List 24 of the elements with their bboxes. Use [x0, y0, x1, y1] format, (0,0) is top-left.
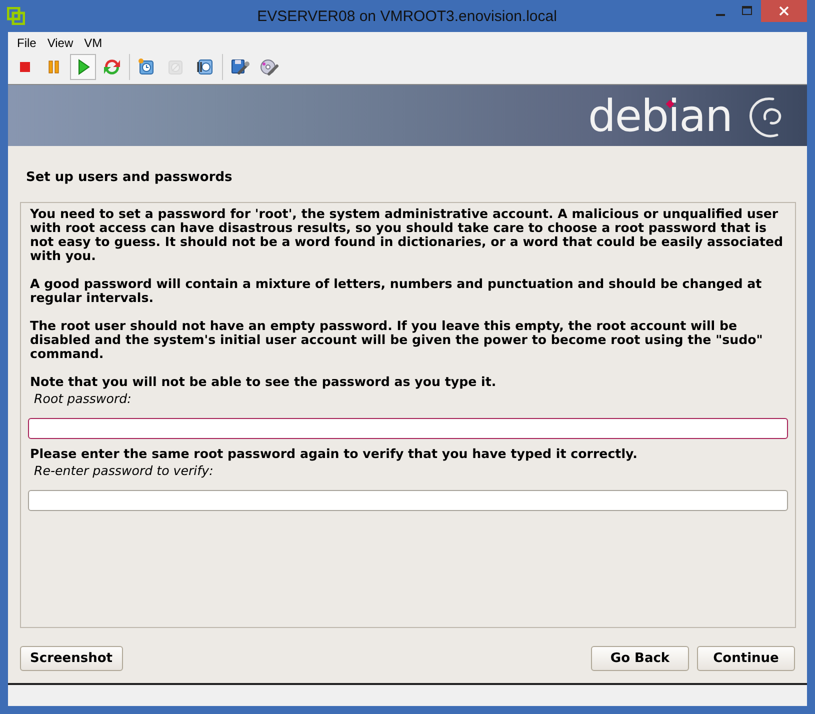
paragraph: A good password will contain a mixture of letters, numbers and punctuation and should be changed at regular intervals.: [30, 277, 763, 305]
password-field[interactable]: [28, 490, 788, 511]
field-label: Root password:: [34, 392, 132, 406]
prompt-text: Note that you will not be able to see the password as you type it.: [30, 375, 498, 389]
password-field[interactable]: [28, 418, 788, 439]
screenshot-button[interactable]: Screenshot: [20, 646, 123, 671]
minimize-icon: [716, 14, 725, 16]
back-button[interactable]: Go Back: [591, 646, 689, 671]
app-icon: [7, 7, 25, 25]
page-heading: Set up users and passwords: [26, 170, 234, 185]
close-icon: [779, 6, 789, 16]
continue-button[interactable]: Continue: [697, 646, 795, 671]
menu-item[interactable]: View: [42, 35, 80, 51]
close-button[interactable]: [761, 0, 807, 22]
play-icon[interactable]: [70, 54, 96, 80]
window-title: EVSERVER08 on VMROOT3.enovision.local: [256, 8, 558, 24]
field-label: Re-enter password to verify:: [34, 464, 214, 478]
menu-item[interactable]: VM: [79, 35, 108, 51]
maximize-icon: [742, 6, 753, 16]
paragraph: You need to set a password for 'root', the system administrative account. A malicious or unqualified user with root access can have disastrous results, so you should take care to choose a root password that is not easy to guess. It should not be a word found in dictionaries, or a word that could be easily associated with you.: [30, 207, 784, 263]
logo: debian: [588, 91, 732, 142]
paragraph: The root user should not have an empty password. If you leave this empty, the root account will be disabled and the system's initial user account will be given the power to become root using the "sudo" command.: [30, 319, 764, 361]
menu-item[interactable]: File: [12, 35, 42, 51]
prompt-text: Please enter the same root password again to verify that you have typed it correctly.: [30, 447, 638, 461]
